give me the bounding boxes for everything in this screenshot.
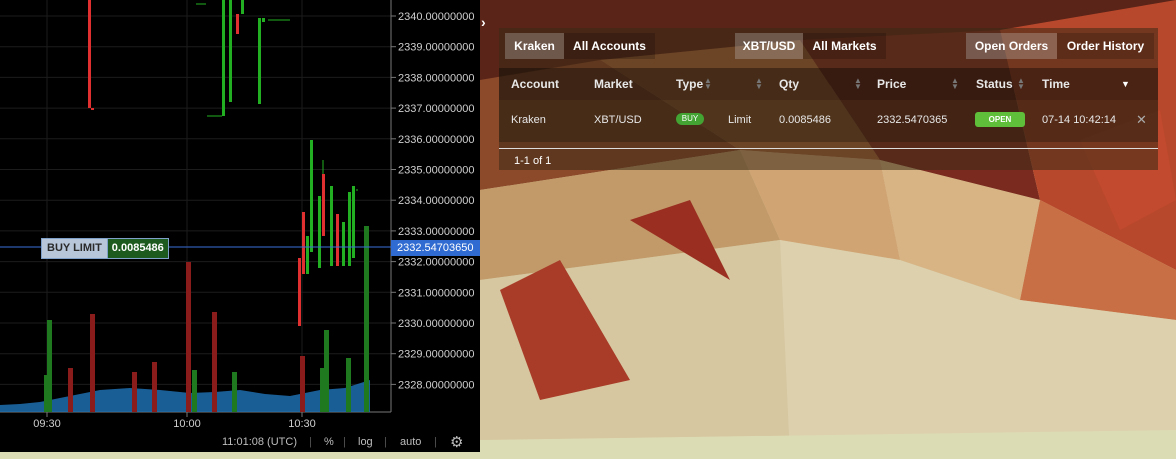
price-tick-label: 2328.00000000 xyxy=(398,379,474,391)
sort-desc-icon[interactable]: ▼ xyxy=(1121,79,1130,89)
cell-qty: 0.0085486 xyxy=(779,114,831,126)
separator: | xyxy=(434,436,437,448)
price-tick-label: 2336.00000000 xyxy=(398,134,474,146)
chart-footer: 11:01:08 (UTC) | % | log | auto | ⚙ xyxy=(0,432,480,452)
cell-market: XBT/USD xyxy=(594,114,642,126)
price-tick-label: 2338.00000000 xyxy=(398,72,474,84)
volume-bar xyxy=(346,358,351,412)
col-qty[interactable]: Qty xyxy=(779,77,799,91)
price-tick-label: 2330.00000000 xyxy=(398,318,474,330)
chevron-right-icon[interactable]: › xyxy=(481,14,486,30)
candle xyxy=(306,236,309,274)
candle xyxy=(322,174,325,236)
candle xyxy=(262,18,265,22)
price-tick-label: 2329.00000000 xyxy=(398,349,474,361)
pagination-info: 1-1 of 1 xyxy=(514,155,552,167)
col-price[interactable]: Price xyxy=(877,77,906,91)
cell-price: 2332.5470365 xyxy=(877,114,948,126)
sort-icon[interactable]: ▲ ▼ xyxy=(951,77,959,91)
log-toggle[interactable]: log xyxy=(358,436,373,448)
volume-bar xyxy=(68,368,73,412)
tab-market-xbtusd[interactable]: XBT/USD xyxy=(735,33,803,59)
sort-icon[interactable]: ▲ ▼ xyxy=(854,77,862,91)
cell-time: 07-14 10:42:14 xyxy=(1042,114,1117,126)
price-tick-label: 2335.00000000 xyxy=(398,165,474,177)
tab-all-markets[interactable]: All Markets xyxy=(803,33,886,59)
col-time[interactable]: Time xyxy=(1042,77,1070,91)
price-tick-label: 2331.00000000 xyxy=(398,287,474,299)
volume-bar xyxy=(364,226,369,412)
order-tag-qty: 0.0085486 xyxy=(106,239,168,258)
cell-type: Limit xyxy=(728,114,752,126)
table-row[interactable]: Kraken XBT/USD BUY Limit 0.0085486 2332.… xyxy=(499,100,1158,142)
price-tick-label: 2340.00000000 xyxy=(398,11,474,23)
status-badge: OPEN xyxy=(975,112,1025,127)
candle xyxy=(91,108,94,110)
separator: | xyxy=(384,436,387,448)
close-icon[interactable]: ✕ xyxy=(1136,112,1147,128)
time-tick-label: 09:30 xyxy=(33,418,61,430)
col-status[interactable]: Status xyxy=(976,77,1013,91)
candle xyxy=(342,222,345,266)
gear-icon[interactable]: ⚙ xyxy=(450,433,463,451)
candle xyxy=(229,0,232,102)
volume-bar xyxy=(212,312,217,412)
candle xyxy=(236,14,239,34)
candle xyxy=(310,140,313,252)
chart-canvas[interactable]: 2340.00000000 2339.00000000 2338.00000000 2… xyxy=(0,0,480,432)
cell-account: Kraken xyxy=(511,114,546,126)
volume-bar xyxy=(232,372,237,412)
separator: | xyxy=(343,436,346,448)
candle xyxy=(222,0,225,116)
col-type[interactable]: Type xyxy=(676,77,703,91)
time-tick-label: 10:30 xyxy=(288,418,316,430)
candle xyxy=(258,18,261,104)
price-tick-label: 2337.00000000 xyxy=(398,103,474,115)
volume-bar xyxy=(132,372,137,412)
candle xyxy=(298,258,301,326)
price-tick-label: 2332.00000000 xyxy=(398,257,474,269)
tab-order-history[interactable]: Order History xyxy=(1057,33,1154,59)
candle xyxy=(330,186,333,266)
order-tag[interactable]: BUY LIMIT 0.0085486 xyxy=(41,238,169,259)
col-account[interactable]: Account xyxy=(511,77,559,91)
price-tick-label: 2334.00000000 xyxy=(398,195,474,207)
percent-toggle[interactable]: % xyxy=(324,436,334,448)
candle xyxy=(241,0,244,14)
price-chart[interactable]: 2340.00000000 2339.00000000 2338.00000000 2… xyxy=(0,0,480,459)
sort-icon[interactable]: ▲ ▼ xyxy=(704,77,712,91)
price-tick-label: 2333.00000000 xyxy=(398,226,474,238)
time-tick-label: 10:00 xyxy=(173,418,201,430)
divider xyxy=(499,148,1158,149)
bottom-strip xyxy=(0,452,480,459)
order-tag-type: BUY LIMIT xyxy=(42,239,107,258)
clock-readout: 11:01:08 (UTC) xyxy=(222,436,297,448)
volume-bar xyxy=(90,314,95,412)
volume-bar xyxy=(324,330,329,412)
orders-table-header: Account Market Type ▲ ▼ ▲ ▼ Qty ▲ ▼ Price ▲… xyxy=(499,68,1158,100)
candle xyxy=(336,214,339,266)
candle xyxy=(88,0,91,108)
candle xyxy=(318,196,321,268)
sort-icon[interactable]: ▲ ▼ xyxy=(1017,77,1025,91)
tab-account-kraken[interactable]: Kraken xyxy=(505,33,564,59)
sort-icon[interactable]: ▲ ▼ xyxy=(755,77,763,91)
volume-bar xyxy=(47,320,52,412)
separator: | xyxy=(309,436,312,448)
volume-bar xyxy=(192,370,197,412)
col-market[interactable]: Market xyxy=(594,77,633,91)
tab-all-accounts[interactable]: All Accounts xyxy=(564,33,655,59)
volume-bar xyxy=(186,262,191,412)
volume-bar xyxy=(300,356,305,412)
candle xyxy=(348,192,351,266)
current-order-price-marker: 2332.54703650 xyxy=(391,240,480,256)
side-badge: BUY xyxy=(676,113,704,125)
price-tick-label: 2339.00000000 xyxy=(398,42,474,54)
volume-bar xyxy=(152,362,157,412)
tab-open-orders[interactable]: Open Orders xyxy=(966,33,1057,59)
candle xyxy=(302,212,305,274)
auto-toggle[interactable]: auto xyxy=(400,436,421,448)
